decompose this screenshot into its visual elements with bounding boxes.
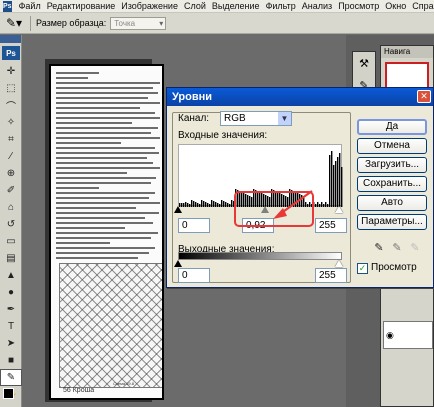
menu-bar: Ps Файл Редактирование Изображение Слой … [0,0,434,13]
levels-dialog: Уровни ✕ Канал: RGB ▼ Входные значения: … [166,87,434,288]
photoshop-app-icon: Ps [3,0,12,12]
save-button[interactable]: Сохранить... [357,176,427,192]
move-tool-icon[interactable]: ✛ [0,63,22,80]
white-point-slider-handle[interactable] [335,206,343,213]
path-selection-tool-icon[interactable]: ➤ [0,335,22,352]
menu-help[interactable]: Справка [409,1,434,11]
annotation-highlight-box [234,191,314,227]
histogram-bar [341,167,343,207]
pen-tool-icon[interactable]: ✒ [0,301,22,318]
photoshop-logo: Ps [2,46,20,60]
dodge-tool-icon[interactable]: ● [0,284,22,301]
black-point-slider-handle[interactable] [174,206,182,213]
foreground-color-swatch[interactable] [3,388,14,399]
options-divider [30,15,31,31]
crop-tool-icon[interactable]: ⌗ [0,131,22,148]
navigator-tab[interactable]: Навига [381,46,433,58]
ok-button[interactable]: Да [357,119,427,135]
slice-tool-icon[interactable]: ∕ [0,148,22,165]
sample-size-label: Размер образца: [36,18,107,28]
toolbox-grip[interactable] [0,35,21,43]
gradient-tool-icon[interactable]: ▤ [0,250,22,267]
sample-size-select[interactable]: Точка [110,16,167,30]
input-levels-label: Входные значения: [178,130,268,141]
type-tool-icon[interactable]: T [0,318,22,335]
auto-button[interactable]: Авто [357,195,427,211]
output-white-slider-handle[interactable] [335,260,343,267]
clone-stamp-tool-icon[interactable]: ⌂ [0,199,22,216]
white-eyedropper-icon[interactable]: ✎ [408,241,422,256]
chevron-down-icon[interactable]: ▼ [278,112,291,125]
output-black-slider-handle[interactable] [174,260,182,267]
magic-wand-tool-icon[interactable]: ✧ [0,114,22,131]
tools-panel-icon[interactable]: ⚒ [353,52,375,74]
eraser-tool-icon[interactable]: ▭ [0,233,22,250]
eyedropper-tool-icon[interactable]: ✎ [0,369,22,386]
preview-checkbox[interactable]: ✓ [357,263,368,274]
output-gradient-bar [178,252,342,260]
channel-value: RGB [224,113,246,124]
histogram-bar [339,153,341,207]
blur-tool-icon[interactable]: ▲ [0,267,22,284]
menu-analysis[interactable]: Анализ [299,1,335,11]
channel-select[interactable]: RGB ▼ [220,111,292,126]
page-footer: 56 Кроша [63,387,95,394]
close-icon[interactable]: ✕ [417,90,431,103]
history-brush-tool-icon[interactable]: ↺ [0,216,22,233]
histogram-bar [333,165,335,207]
brush-tool-icon[interactable]: ✐ [0,182,22,199]
input-black-field[interactable]: 0 [178,218,210,233]
black-eyedropper-icon[interactable]: ✎ [372,241,386,256]
output-white-field[interactable]: 255 [315,268,347,283]
eyedropper-tool-preset-icon[interactable]: ✎▾ [3,15,25,32]
load-button[interactable]: Загрузить... [357,157,427,173]
layer-row[interactable]: ◉ [383,321,433,349]
preview-label: Просмотр [371,262,417,273]
input-white-field[interactable]: 255 [315,218,347,233]
menu-edit[interactable]: Редактирование [44,1,119,11]
toolbox: Ps ✛ ⬚ ⌒ ✧ ⌗ ∕ ⊕ ✐ ⌂ ↺ ▭ ▤ ▲ ● ✒ T ➤ ■ ✎… [0,35,22,407]
layer-visibility-eye-icon[interactable]: ◉ [386,330,394,341]
lasso-tool-icon[interactable]: ⌒ [0,97,22,114]
channel-label: Канал: [178,113,210,124]
menu-layer[interactable]: Слой [181,1,209,11]
histogram-bar [331,151,333,207]
menu-select[interactable]: Выделение [209,1,263,11]
document-canvas[interactable]: Схема 19.8 56 Кроша [49,64,164,400]
dialog-title: Уровни [167,88,433,106]
menu-filter[interactable]: Фильтр [263,1,299,11]
menu-window[interactable]: Окно [382,1,409,11]
menu-view[interactable]: Просмотр [335,1,382,11]
zoom-tool-icon[interactable]: ⌕ [0,403,22,407]
options-bar: ✎▾ Размер образца: Точка [0,13,434,34]
cancel-button[interactable]: Отмена [357,138,427,154]
marquee-tool-icon[interactable]: ⬚ [0,80,22,97]
output-black-field[interactable]: 0 [178,268,210,283]
histogram-bar [335,161,337,207]
histogram-bar [329,155,331,207]
shape-tool-icon[interactable]: ■ [0,352,22,369]
menu-image[interactable]: Изображение [118,1,181,11]
histogram-bar [337,157,339,207]
gray-eyedropper-icon[interactable]: ✎ [390,241,404,256]
document-text-block [56,72,162,262]
output-slider-track[interactable] [174,260,343,268]
crochet-pattern-diagram [59,263,162,388]
healing-brush-tool-icon[interactable]: ⊕ [0,165,22,182]
menu-file[interactable]: Файл [16,1,44,11]
diagram-caption: Схема 19.8 [113,381,134,386]
options-button[interactable]: Параметры... [357,214,427,230]
